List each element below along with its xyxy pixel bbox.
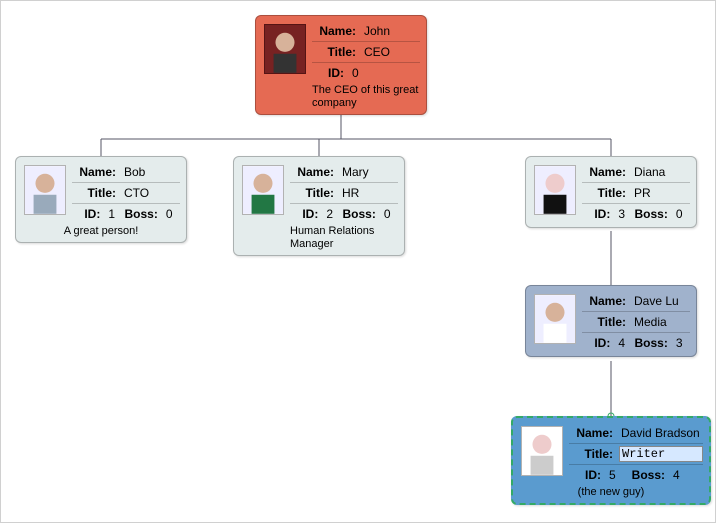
name-value: Mary [338,165,398,179]
name-label: Name: [72,165,120,179]
boss-label: Boss: [625,468,669,482]
name-label: Name: [312,24,360,38]
id-label: ID: [582,336,614,350]
avatar [24,165,66,215]
org-chart-canvas[interactable]: Name:John Title:CEO ID:0 The CEO of this… [0,0,716,523]
avatar [534,294,576,344]
boss-label: Boss: [632,336,671,350]
node-hr[interactable]: Name:Mary Title:HR ID: 2 Boss: 0 Human R… [233,156,405,256]
name-label: Name: [290,165,338,179]
title-label: Title: [290,186,338,200]
id-value: 4 [614,336,632,350]
title-label: Title: [582,186,630,200]
boss-value: 0 [162,207,180,221]
node-ceo[interactable]: Name:John Title:CEO ID:0 The CEO of this… [255,15,427,115]
id-value: 2 [322,207,340,221]
boss-value: 4 [669,468,689,482]
boss-label: Boss: [632,207,671,221]
id-label: ID: [569,468,605,482]
name-label: Name: [569,426,617,440]
title-label: Title: [569,447,617,461]
desc-text: A great person! [22,225,180,238]
boss-label: Boss: [340,207,379,221]
title-label: Title: [582,315,630,329]
name-value: Bob [120,165,180,179]
node-media[interactable]: Name:Dave Lu Title:Media ID: 4 Boss: 3 [525,285,697,357]
title-value: HR [338,186,398,200]
name-value: David Bradson [617,426,703,440]
title-value: CTO [120,186,180,200]
desc-text: (the new guy) [519,486,703,499]
avatar [521,426,563,476]
id-value: 3 [614,207,632,221]
boss-label: Boss: [122,207,161,221]
id-value: 0 [348,66,420,80]
node-cto[interactable]: Name:Bob Title:CTO ID: 1 Boss: 0 A great… [15,156,187,243]
avatar [264,24,306,74]
avatar [242,165,284,215]
id-value: 1 [104,207,122,221]
title-value: Media [630,315,690,329]
desc-text: The CEO of this great company [312,84,420,110]
node-writer[interactable]: Name:David Bradson Title: ID: 5 Boss: 4 … [511,416,711,505]
name-label: Name: [582,294,630,308]
name-value: Diana [630,165,690,179]
desc-text: Human Relations Manager [290,225,398,251]
title-value: CEO [360,45,420,59]
id-label: ID: [312,66,348,80]
id-label: ID: [290,207,322,221]
avatar [534,165,576,215]
name-label: Name: [582,165,630,179]
boss-value: 3 [672,336,690,350]
title-label: Title: [72,186,120,200]
id-value: 5 [605,468,625,482]
title-label: Title: [312,45,360,59]
node-pr[interactable]: Name:Diana Title:PR ID: 3 Boss: 0 [525,156,697,228]
boss-value: 0 [380,207,398,221]
name-value: John [360,24,420,38]
title-edit-input[interactable] [619,446,703,462]
id-label: ID: [582,207,614,221]
name-value: Dave Lu [630,294,690,308]
id-label: ID: [72,207,104,221]
title-value: PR [630,186,690,200]
boss-value: 0 [672,207,690,221]
